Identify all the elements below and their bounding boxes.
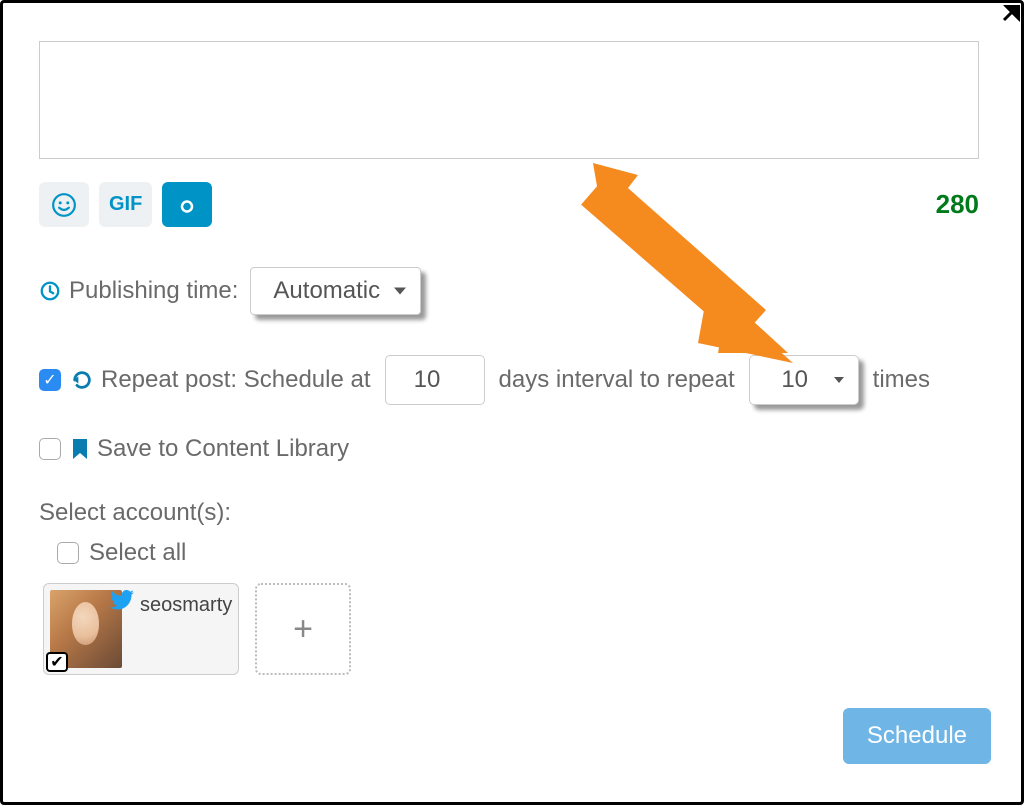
repeat-post-row: ✓ Repeat post: Schedule at days interval… xyxy=(39,355,1001,405)
library-checkbox[interactable] xyxy=(39,438,61,460)
select-all-label: Select all xyxy=(89,539,186,567)
publishing-time-row: Publishing time: Automatic xyxy=(39,267,1001,315)
emoji-button[interactable] xyxy=(39,182,89,227)
bookmark-icon xyxy=(71,438,89,460)
select-all-checkbox[interactable] xyxy=(57,542,79,564)
chevron-down-icon xyxy=(394,288,406,295)
account-name: seosmarty xyxy=(140,594,232,617)
refresh-icon xyxy=(71,369,93,391)
repeat-label-suffix: times xyxy=(873,366,930,394)
schedule-button[interactable]: Schedule xyxy=(843,708,991,764)
accounts-list: seosmarty ✔ + xyxy=(43,583,1001,675)
repeat-label-mid: days interval to repeat xyxy=(499,366,735,394)
char-counter: 280 xyxy=(936,189,979,220)
library-label: Save to Content Library xyxy=(97,435,349,463)
account-selected-check[interactable]: ✔ xyxy=(46,652,68,672)
repeat-times-value: 10 xyxy=(781,366,808,394)
repeat-days-input[interactable] xyxy=(385,355,485,405)
publishing-time-label: Publishing time: xyxy=(69,277,238,305)
clock-icon xyxy=(39,280,61,302)
accounts-heading: Select account(s): xyxy=(39,499,1001,527)
expand-icon[interactable] xyxy=(1000,2,1022,29)
smiley-icon xyxy=(51,192,77,218)
compose-textarea[interactable] xyxy=(39,41,979,159)
repeat-times-select[interactable]: 10 xyxy=(749,355,859,405)
repeat-checkbox[interactable]: ✓ xyxy=(39,369,61,391)
repeat-label-prefix: Repeat post: Schedule at xyxy=(101,366,371,394)
select-all-row: Select all xyxy=(57,539,1001,567)
camera-icon xyxy=(173,193,201,217)
compose-dialog: GIF 280 Publishing time: Automatic ✓ Rep… xyxy=(0,0,1024,805)
account-card[interactable]: seosmarty ✔ xyxy=(43,583,239,675)
chevron-down-icon xyxy=(834,377,844,383)
content-library-row: Save to Content Library xyxy=(39,435,1001,463)
camera-button[interactable] xyxy=(162,182,212,227)
twitter-icon xyxy=(110,590,134,615)
compose-toolbar: GIF 280 xyxy=(39,182,979,227)
gif-button[interactable]: GIF xyxy=(99,182,152,227)
publishing-time-value: Automatic xyxy=(273,277,380,305)
publishing-time-select[interactable]: Automatic xyxy=(250,267,421,315)
plus-icon: + xyxy=(293,610,313,649)
add-account-button[interactable]: + xyxy=(255,583,351,675)
